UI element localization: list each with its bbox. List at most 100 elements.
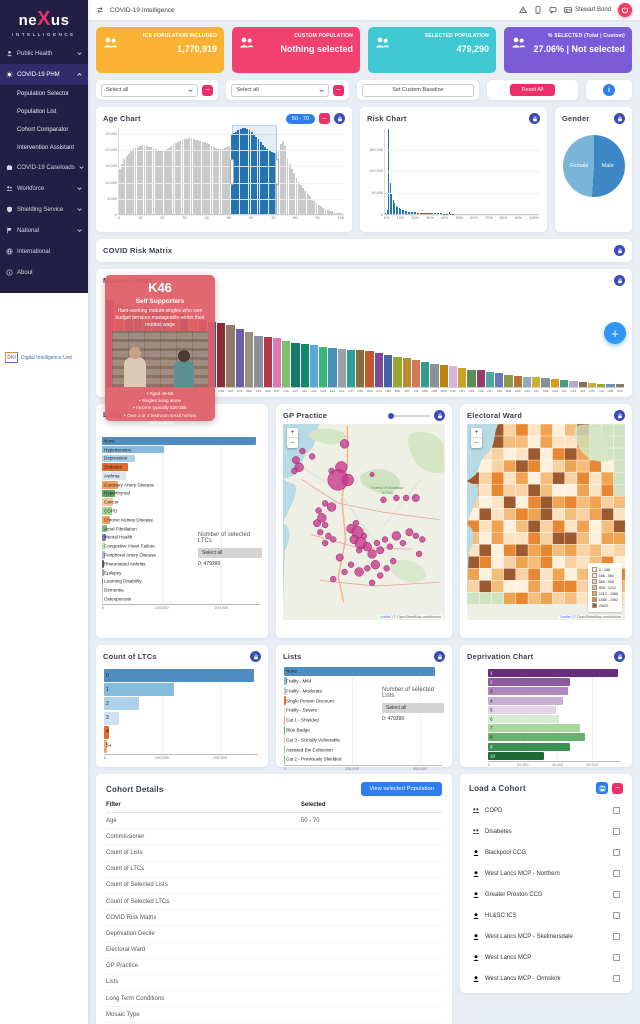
ward-polygon[interactable]	[528, 496, 540, 508]
table-row[interactable]: Lists	[106, 974, 442, 990]
ward-polygon[interactable]	[553, 592, 565, 604]
gp-bubble[interactable]	[361, 533, 367, 539]
ward-polygon[interactable]	[504, 472, 516, 484]
ward-polygon[interactable]	[565, 508, 577, 520]
cohort-item-blackpool-ccg[interactable]: Blackpool CCG	[469, 842, 623, 863]
ward-polygon[interactable]	[540, 520, 552, 532]
bar-row-8[interactable]: 8	[488, 733, 620, 741]
bar-row-assisted-bin-collection[interactable]: Assisted Bin Collection	[284, 745, 442, 754]
sidebar-subitem-cohort-comparator[interactable]: Cohort Comparator	[0, 121, 88, 139]
ics-clear-button[interactable]: −	[202, 85, 213, 96]
ward-polygon[interactable]	[589, 508, 601, 520]
mosaic-bar[interactable]	[412, 360, 420, 387]
mosaic-bar[interactable]	[449, 366, 457, 387]
gp-bubble[interactable]	[325, 533, 331, 539]
cohort-item-west-lancs-mcp-skelmersdale[interactable]: West Lancs MCP - Skelmersdale	[469, 926, 623, 947]
gp-practice-map[interactable]: +− Forest of Bowland AONB Leaflet | © Op…	[283, 424, 445, 620]
gp-bubble[interactable]	[322, 500, 328, 506]
gp-bubble[interactable]	[374, 540, 380, 546]
ward-polygon[interactable]	[516, 508, 528, 520]
gp-bubble[interactable]	[384, 565, 390, 571]
table-row[interactable]: Count of LTCs	[106, 861, 442, 877]
delete-cohort-button[interactable]: −	[612, 783, 623, 794]
gp-bubble[interactable]	[419, 537, 425, 543]
gp-bubble[interactable]	[400, 540, 406, 546]
mosaic-bar[interactable]	[347, 350, 355, 387]
ward-polygon[interactable]	[601, 460, 613, 472]
cohort-item-west-lancs-mcp[interactable]: West Lancs MCP	[469, 947, 623, 968]
custom-clear-button[interactable]: −	[333, 85, 344, 96]
user-chip[interactable]: Stewart Bond	[564, 6, 611, 14]
ward-polygon[interactable]	[553, 580, 565, 592]
mosaic-bar[interactable]	[328, 348, 336, 387]
ward-polygon[interactable]	[540, 448, 552, 460]
ward-polygon[interactable]	[601, 484, 613, 496]
bar-row-1[interactable]: 1	[488, 669, 620, 677]
ward-polygon[interactable]	[589, 544, 601, 556]
gp-bubble[interactable]	[313, 520, 320, 527]
view-selected-population-button[interactable]: View selected Population	[361, 782, 442, 796]
ward-polygon[interactable]	[491, 532, 503, 544]
zoom-in-button[interactable]: +	[287, 428, 298, 438]
mosaic-bar[interactable]	[579, 382, 587, 387]
mosaic-bar[interactable]	[569, 381, 577, 387]
ward-polygon[interactable]	[528, 532, 540, 544]
device-icon[interactable]	[534, 6, 542, 14]
ward-polygon[interactable]	[540, 472, 552, 484]
ward-polygon[interactable]	[479, 460, 491, 472]
ward-polygon[interactable]	[540, 460, 552, 472]
gp-bubble[interactable]	[342, 474, 354, 486]
table-row[interactable]: Count of Lists	[106, 845, 442, 861]
gp-bubble[interactable]	[416, 551, 422, 557]
gp-bubble[interactable]	[393, 495, 399, 501]
ward-polygon[interactable]	[614, 508, 625, 520]
bar-row-asthma[interactable]: Asthma	[102, 472, 260, 480]
lock-icon[interactable]	[614, 651, 625, 662]
ward-polygon[interactable]	[504, 448, 516, 460]
mosaic-bar[interactable]	[254, 336, 262, 387]
age-handle-left[interactable]	[230, 159, 234, 185]
electoral-ward-map[interactable]: +− 0 - 188188 - 564565 - 908908 - 121212…	[467, 424, 625, 620]
ward-polygon[interactable]	[516, 556, 528, 568]
gp-bubble[interactable]	[382, 537, 388, 543]
lock-icon[interactable]	[614, 245, 625, 256]
ward-polygon[interactable]	[601, 472, 613, 484]
gp-bubble[interactable]	[316, 508, 322, 514]
ward-polygon[interactable]	[565, 532, 577, 544]
gp-bubble[interactable]	[371, 560, 380, 569]
leaflet-link[interactable]: Leaflet	[380, 615, 391, 619]
zoom-out-button[interactable]: −	[287, 438, 298, 448]
cohort-item-disabetes[interactable]: Disabetes	[469, 821, 623, 842]
mosaic-bar[interactable]	[319, 347, 327, 387]
table-row[interactable]: Count of Selected LTCs	[106, 893, 442, 909]
ward-polygon[interactable]	[528, 472, 540, 484]
ltc-bar-chart[interactable]: NoneHypertensionDepressionDiabetesAsthma…	[102, 437, 260, 611]
ward-polygon[interactable]	[601, 520, 613, 532]
gp-bubble[interactable]	[336, 554, 343, 561]
nexus-logo[interactable]: neXus INTELLIGENCE	[0, 0, 88, 43]
gp-bubble[interactable]	[322, 540, 328, 546]
bar-row-coronary-artery-disease[interactable]: Coronary Artery Disease	[102, 481, 260, 489]
age-range-badge[interactable]: 50 - 70	[286, 114, 315, 124]
mosaic-bar[interactable]	[430, 364, 438, 387]
cohort-checkbox[interactable]	[613, 975, 620, 982]
mosaic-bar[interactable]	[532, 377, 540, 387]
ward-polygon[interactable]	[504, 460, 516, 472]
ward-polygon[interactable]	[577, 472, 589, 484]
ward-polygon[interactable]	[504, 484, 516, 496]
bar-row-blue-badge[interactable]: Blue Badge	[284, 726, 442, 735]
mosaic-bar[interactable]	[477, 370, 485, 387]
bar-row-learning-disability[interactable]: Learning Disability	[102, 578, 260, 586]
mosaic-bar[interactable]	[375, 353, 383, 387]
gp-bubble[interactable]	[330, 537, 336, 543]
mosaic-bar[interactable]	[495, 373, 503, 387]
ward-polygon[interactable]	[553, 532, 565, 544]
gp-bubble[interactable]	[348, 562, 354, 568]
cohort-checkbox[interactable]	[613, 807, 620, 814]
bar-row-copd[interactable]: COPD	[102, 507, 260, 515]
ward-polygon[interactable]	[553, 436, 565, 448]
lists-select-all[interactable]: Select all	[382, 703, 444, 713]
ward-polygon[interactable]	[601, 532, 613, 544]
mosaic-bar[interactable]	[282, 341, 290, 387]
mosaic-bar[interactable]	[365, 351, 373, 387]
